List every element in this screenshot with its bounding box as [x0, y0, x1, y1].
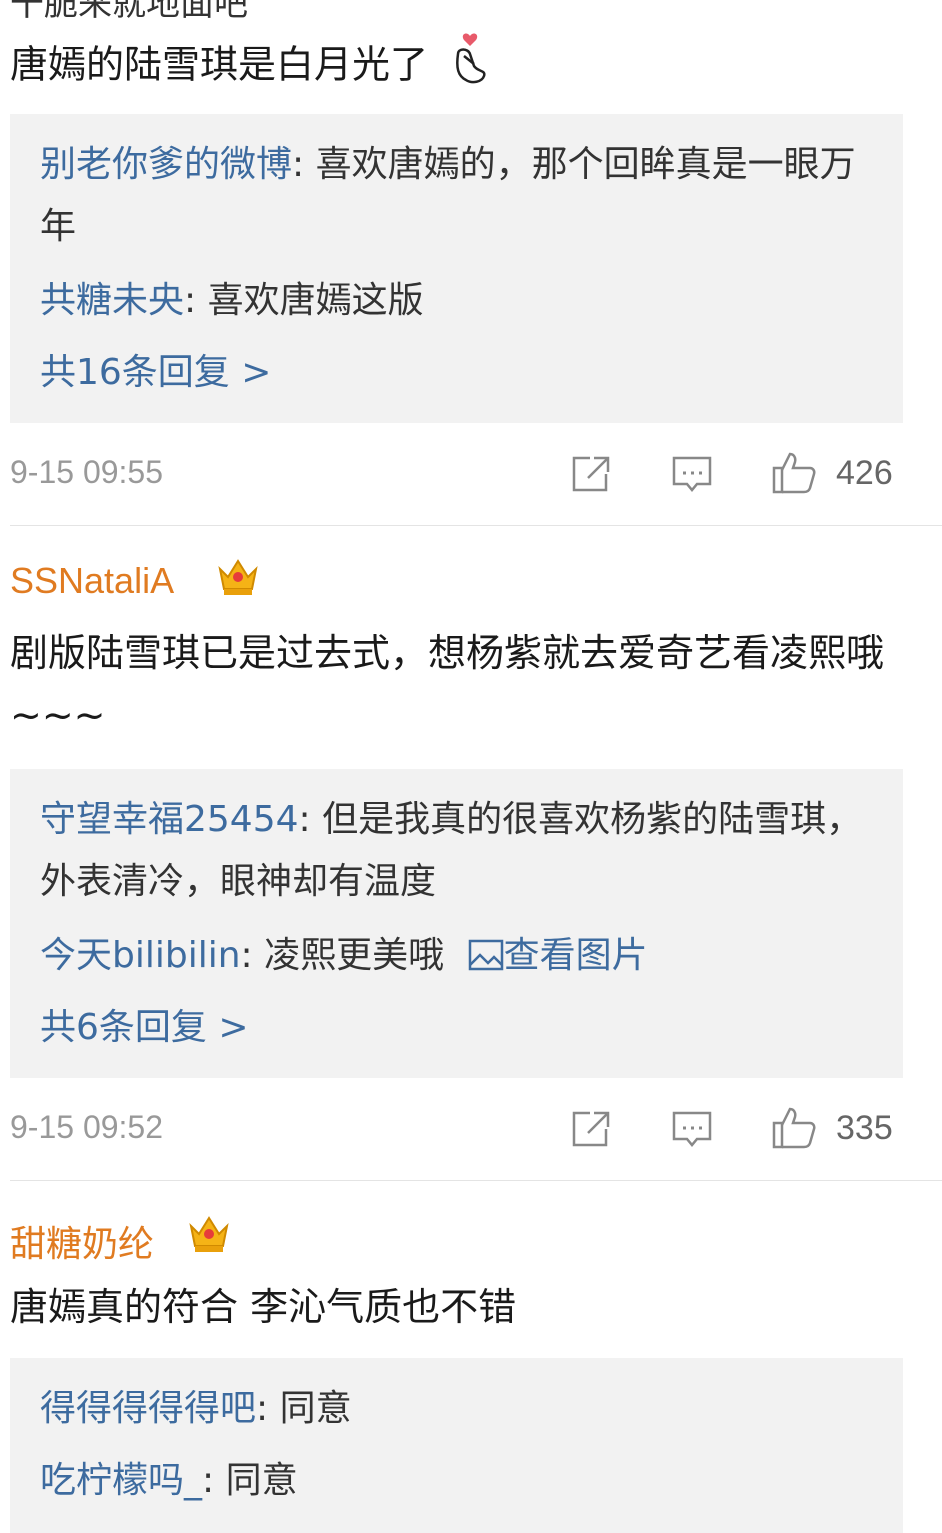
crown-badge-icon — [216, 555, 260, 603]
comment-body: 唐嫣真的符合 李沁气质也不错 — [10, 1285, 517, 1329]
previous-comment-fragment: 干脆来就地面吧 — [10, 0, 248, 24]
reply-box: 守望幸福25454: 但是我真的很喜欢杨紫的陆雪琪，外表清冷，眼神却有温度 今天… — [10, 769, 903, 1078]
reply-text: 同意 — [225, 1460, 298, 1501]
comment-body: 剧版陆雪琪已是过去式，想杨紫就去爱奇艺看凌熙哦~~~ — [10, 631, 885, 737]
reply-item[interactable]: 得得得得得吧: 同意 — [40, 1378, 880, 1440]
comment-divider — [10, 1180, 942, 1181]
finger-heart-icon — [450, 32, 490, 102]
reply-item[interactable]: 共糖未央: 喜欢唐嫣这版 — [40, 270, 880, 332]
like-icon[interactable] — [770, 1103, 818, 1155]
reply-separator: : — [184, 280, 208, 321]
comment-timestamp: 9-15 09:52 — [10, 1109, 164, 1145]
picture-icon — [468, 929, 504, 991]
like-count: 426 — [836, 454, 893, 492]
reply-username[interactable]: 吃柠檬吗_ — [40, 1460, 202, 1501]
more-replies-link[interactable]: 共6条回复 > — [40, 997, 880, 1059]
reply-box: 得得得得得吧: 同意 吃柠檬吗_: 同意 — [10, 1358, 903, 1533]
comment-divider — [10, 525, 942, 526]
reply-text: 同意 — [279, 1388, 352, 1429]
comment-username[interactable]: SSNataliA — [10, 560, 174, 602]
reply-item[interactable]: 吃柠檬吗_: 同意 — [40, 1450, 880, 1512]
crown-badge-icon — [187, 1212, 231, 1260]
reply-item[interactable]: 守望幸福25454: 但是我真的很喜欢杨紫的陆雪琪，外表清冷，眼神却有温度 — [40, 789, 880, 913]
reply-separator: : — [240, 935, 265, 976]
view-picture-label[interactable]: 查看图片 — [504, 935, 648, 976]
more-replies-link[interactable]: 共16条回复 > — [40, 342, 880, 404]
comment-timestamp: 9-15 09:55 — [10, 454, 164, 490]
like-icon[interactable] — [770, 448, 818, 500]
view-picture-link[interactable]: 查看图片 — [468, 935, 648, 976]
comment-body: 唐嫣的陆雪琪是白月光了 — [10, 42, 429, 87]
reply-separator: : — [256, 1388, 280, 1429]
reply-separator: : — [292, 144, 316, 185]
reply-item[interactable]: 别老你爹的微博: 喜欢唐嫣的，那个回眸真是一眼万年 — [40, 134, 880, 258]
comment-icon[interactable] — [671, 454, 713, 500]
reply-item[interactable]: 今天bilibilin: 凌熙更美哦 查看图片 — [40, 925, 880, 991]
reply-separator: : — [202, 1460, 226, 1501]
like-count: 335 — [836, 1109, 893, 1147]
reply-username[interactable]: 别老你爹的微博 — [40, 144, 292, 185]
reply-username[interactable]: 共糖未央 — [40, 280, 184, 321]
reply-username[interactable]: 得得得得得吧 — [40, 1388, 256, 1429]
reply-box: 别老你爹的微博: 喜欢唐嫣的，那个回眸真是一眼万年 共糖未央: 喜欢唐嫣这版 共… — [10, 114, 903, 423]
reply-username[interactable]: 守望幸福25454 — [40, 799, 299, 840]
share-icon[interactable] — [570, 454, 612, 498]
comment-text: 唐嫣的陆雪琪是白月光了 — [10, 32, 890, 102]
reply-username[interactable]: 今天bilibilin — [40, 935, 241, 976]
comment-username[interactable]: 甜糖奶纶 — [10, 1215, 154, 1267]
reply-separator: : — [298, 799, 323, 840]
comment-icon[interactable] — [671, 1109, 713, 1155]
reply-text: 喜欢唐嫣这版 — [207, 280, 424, 321]
reply-text: 凌熙更美哦 — [264, 935, 445, 976]
share-icon[interactable] — [570, 1109, 612, 1153]
